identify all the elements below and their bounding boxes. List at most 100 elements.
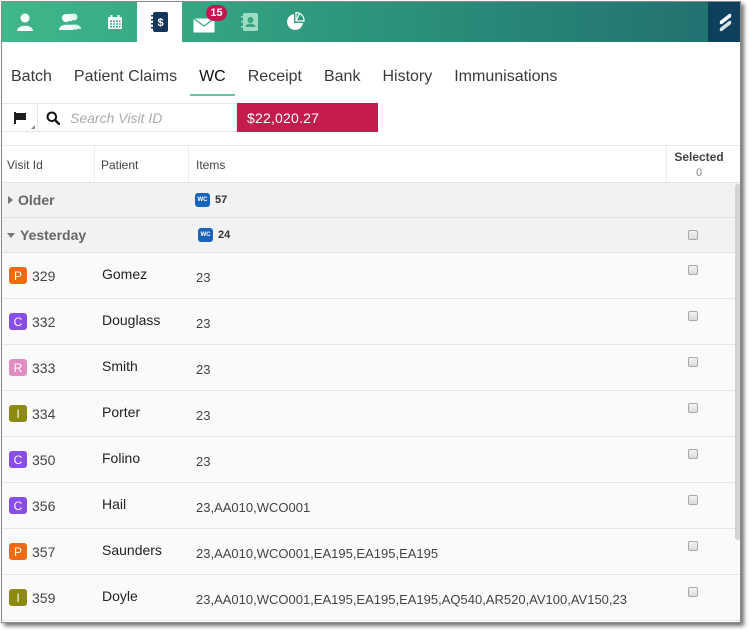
group-row-yesterday[interactable]: Yesterday WC 24 xyxy=(2,218,740,253)
patient-name: Folino xyxy=(102,450,141,466)
svg-text:$: $ xyxy=(157,17,163,29)
dropdown-corner-icon xyxy=(31,125,35,129)
calendar-icon xyxy=(107,15,122,29)
patient-name: Doyle xyxy=(102,588,138,604)
selected-label: Selected xyxy=(674,150,724,164)
toolbar: $22,020.27 xyxy=(2,103,378,132)
table-row[interactable]: C 350 Folino 23 xyxy=(2,437,740,483)
caret-right-icon[interactable] xyxy=(8,196,13,204)
reports-icon xyxy=(286,12,305,30)
flag-icon xyxy=(13,111,26,124)
patient-name: Gomez xyxy=(102,266,148,282)
vertical-scrollbar[interactable] xyxy=(735,184,740,540)
visit-type-badge: C xyxy=(9,497,27,514)
items: 23,AA010,WCO001 xyxy=(196,499,311,515)
nav-contacts[interactable] xyxy=(227,2,272,42)
group-count: 57 xyxy=(215,194,228,206)
table-row[interactable]: C 332 Douglass 23 xyxy=(2,299,740,345)
visit-id: 332 xyxy=(32,313,56,330)
nav-calendar[interactable] xyxy=(92,2,137,42)
visit-id: 359 xyxy=(32,589,56,606)
items: 23 xyxy=(196,407,211,423)
visit-type-badge: C xyxy=(9,451,27,468)
visit-id: 329 xyxy=(32,267,56,284)
unread-count-badge: 15 xyxy=(206,5,227,21)
visit-type-badge: C xyxy=(9,313,27,330)
items: 23 xyxy=(196,453,211,469)
visit-type-badge: I xyxy=(9,589,27,606)
billing-icon: $ xyxy=(150,12,168,32)
tab-batch[interactable]: Batch xyxy=(2,60,61,96)
app-window: $ 15 Batch Patient Claims WC Receipt Ban… xyxy=(1,1,741,623)
flag-filter-button[interactable] xyxy=(2,103,38,132)
patient-name: Hail xyxy=(102,496,127,512)
visit-type-badge: P xyxy=(9,267,27,284)
row-select-checkbox[interactable] xyxy=(688,403,698,413)
nav-billing[interactable]: $ xyxy=(137,2,182,42)
visit-type-badge: I xyxy=(9,405,27,422)
search-visit-id-input[interactable] xyxy=(70,109,230,126)
visit-id: 356 xyxy=(32,497,56,514)
patient-name: Porter xyxy=(102,404,141,420)
nav-patient[interactable] xyxy=(2,2,47,42)
items: 23,AA010,WCO001,EA195,EA195,EA195 xyxy=(196,545,439,561)
group-select-checkbox[interactable] xyxy=(688,230,698,240)
patient-name: Saunders xyxy=(102,542,162,558)
group-row-older[interactable]: Older WC 57 xyxy=(2,183,740,218)
row-select-checkbox[interactable] xyxy=(688,357,698,367)
visit-id: 334 xyxy=(32,405,56,422)
wc-badge-icon: WC xyxy=(195,193,210,207)
table-row[interactable]: I 359 Doyle 23,AA010,WCO001,EA195,EA195,EA1… xyxy=(2,575,740,621)
group-name: Older xyxy=(18,192,55,208)
table-body: Older WC 57 Yesterday WC 24 P 329 Gomez 23 C… xyxy=(2,183,740,621)
selected-count: 0 xyxy=(695,167,703,179)
nav-messages[interactable]: 15 xyxy=(182,2,227,42)
items: 23 xyxy=(196,315,211,331)
billing-tabs: Batch Patient Claims WC Receipt Bank His… xyxy=(2,60,570,96)
visit-id: 350 xyxy=(32,451,56,468)
nav-reports[interactable] xyxy=(272,2,317,42)
tab-immunisations[interactable]: Immunisations xyxy=(445,60,566,96)
tab-history[interactable]: History xyxy=(373,60,441,96)
table-header: Visit Id Patient Items Selected 0 xyxy=(2,145,740,183)
table-row[interactable]: R 333 Smith 23 xyxy=(2,345,740,391)
row-select-checkbox[interactable] xyxy=(688,265,698,275)
caret-down-icon[interactable] xyxy=(7,232,15,238)
tab-patient-claims[interactable]: Patient Claims xyxy=(65,60,186,96)
top-nav: $ 15 xyxy=(2,2,740,42)
row-select-checkbox[interactable] xyxy=(688,587,698,597)
patient-name: Douglass xyxy=(102,312,161,328)
row-select-checkbox[interactable] xyxy=(688,449,698,459)
table-row[interactable]: I 334 Porter 23 xyxy=(2,391,740,437)
visit-type-badge: R xyxy=(9,359,27,376)
contacts-icon xyxy=(240,13,258,31)
nav-patients[interactable] xyxy=(47,2,92,42)
col-header-patient[interactable]: Patient xyxy=(95,146,189,183)
patient-name: Smith xyxy=(102,358,138,374)
items: 23 xyxy=(196,361,211,377)
col-header-visit-id[interactable]: Visit Id xyxy=(2,146,95,183)
row-select-checkbox[interactable] xyxy=(688,311,698,321)
brand-logo[interactable] xyxy=(708,2,740,42)
users-icon xyxy=(58,13,81,30)
table-row[interactable]: P 329 Gomez 23 xyxy=(2,253,740,299)
visit-type-badge: P xyxy=(9,543,27,560)
tab-receipt[interactable]: Receipt xyxy=(239,60,311,96)
tab-wc[interactable]: WC xyxy=(190,60,235,96)
logo-icon xyxy=(719,13,732,32)
row-select-checkbox[interactable] xyxy=(688,541,698,551)
wc-total-amount: $22,020.27 xyxy=(237,103,378,132)
items: 23,AA010,WCO001,EA195,EA195,EA195,AQ540,… xyxy=(196,591,627,607)
group-name: Yesterday xyxy=(20,227,87,243)
col-header-items[interactable]: Items xyxy=(189,146,667,183)
search-box xyxy=(38,103,237,132)
search-icon xyxy=(46,111,60,125)
tab-bank[interactable]: Bank xyxy=(315,60,369,96)
row-select-checkbox[interactable] xyxy=(688,495,698,505)
group-count: 24 xyxy=(218,229,231,241)
items: 23 xyxy=(196,269,211,285)
wc-claims-table: Visit Id Patient Items Selected 0 Older … xyxy=(2,145,740,621)
table-row[interactable]: P 357 Saunders 23,AA010,WCO001,EA195,EA195,… xyxy=(2,529,740,575)
user-icon xyxy=(16,13,33,31)
table-row[interactable]: C 356 Hail 23,AA010,WCO001 xyxy=(2,483,740,529)
